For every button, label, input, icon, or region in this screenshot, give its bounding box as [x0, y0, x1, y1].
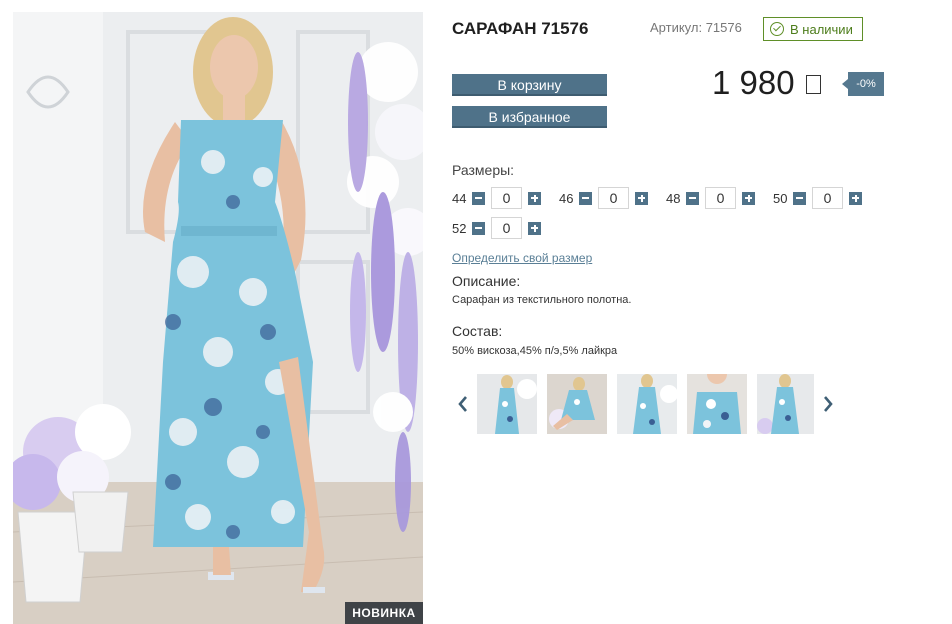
stock-status-badge: В наличии: [763, 17, 863, 41]
thumbnail-image: [477, 374, 537, 434]
chevron-right-icon: [824, 396, 833, 412]
size-number: 48: [666, 190, 681, 206]
add-to-favorites-button[interactable]: В избранное: [452, 106, 607, 128]
main-product-photo[interactable]: НОВИНКА: [13, 12, 423, 624]
discount-badge: -0%: [842, 72, 884, 96]
size-number: 44: [452, 190, 467, 206]
gallery-prev-button[interactable]: [457, 396, 469, 412]
chevron-left-icon: [458, 396, 467, 412]
size-item-50: 50: [773, 187, 862, 209]
price-value: 1 980: [712, 64, 795, 101]
size-item-44: 44: [452, 187, 541, 209]
price: 1 980: [712, 64, 821, 102]
description-text: Сарафан из текстильного полотна.: [452, 294, 632, 306]
composition-title: Состав:: [452, 323, 503, 339]
size-number: 46: [559, 190, 574, 206]
size-number: 52: [452, 220, 467, 236]
gallery-next-button[interactable]: [822, 396, 834, 412]
product-title: САРАФАН 71576: [452, 19, 589, 38]
quantity-input[interactable]: [598, 187, 629, 209]
minus-icon[interactable]: [472, 191, 485, 205]
find-your-size-link[interactable]: Определить свой размер: [452, 251, 592, 265]
currency-icon: [805, 75, 821, 94]
gallery-thumbnail[interactable]: [687, 374, 747, 434]
minus-icon[interactable]: [686, 191, 699, 205]
size-row: 52: [452, 216, 541, 240]
gallery-thumbnail[interactable]: [757, 374, 814, 434]
stock-status-label: В наличии: [790, 21, 853, 37]
thumbnail-image: [687, 374, 747, 434]
check-circle-icon: [770, 22, 784, 36]
minus-icon[interactable]: [793, 191, 806, 205]
add-to-cart-button[interactable]: В корзину: [452, 74, 607, 96]
plus-icon[interactable]: [635, 191, 648, 205]
quantity-input[interactable]: [491, 217, 522, 239]
thumbnail-image: [617, 374, 677, 434]
size-item-48: 48: [666, 187, 755, 209]
quantity-input[interactable]: [812, 187, 843, 209]
size-item-46: 46: [559, 187, 648, 209]
quantity-input[interactable]: [705, 187, 736, 209]
sizes-label: Размеры:: [452, 162, 515, 178]
plus-icon[interactable]: [849, 191, 862, 205]
size-number: 50: [773, 190, 788, 206]
composition-text: 50% вискоза,45% п/э,5% лайкра: [452, 345, 618, 357]
plus-icon[interactable]: [742, 191, 755, 205]
gallery-thumbnail[interactable]: [617, 374, 677, 434]
description-title: Описание:: [452, 273, 521, 289]
new-badge: НОВИНКА: [345, 602, 423, 624]
gallery-thumbnail[interactable]: [547, 374, 607, 434]
gallery-thumbnail[interactable]: [477, 374, 537, 434]
quantity-input[interactable]: [491, 187, 522, 209]
minus-icon[interactable]: [579, 191, 592, 205]
plus-icon[interactable]: [528, 191, 541, 205]
product-sku: Артикул: 71576: [650, 20, 742, 35]
thumbnail-image: [547, 374, 607, 434]
thumbnail-image: [757, 374, 814, 434]
size-item-52: 52: [452, 217, 541, 239]
dress-photo-image: [13, 12, 423, 624]
minus-icon[interactable]: [472, 221, 485, 235]
size-row: 44 46 48 50: [452, 186, 862, 210]
plus-icon[interactable]: [528, 221, 541, 235]
